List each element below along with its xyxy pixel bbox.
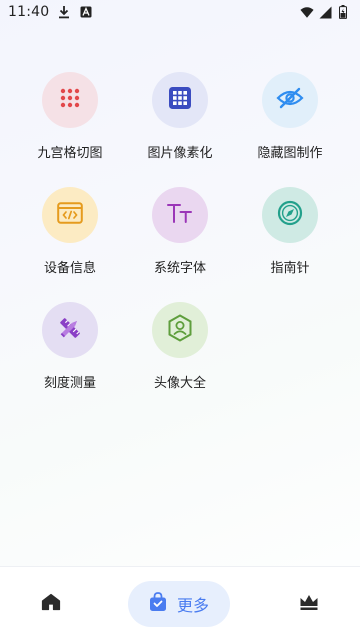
- tool-icon-circle: [152, 187, 208, 243]
- tool-icon-circle: [42, 302, 98, 358]
- code-card-icon: [57, 202, 83, 228]
- tool-device-info[interactable]: 设备信息: [15, 187, 125, 279]
- a-notification-icon: [79, 5, 93, 19]
- tool-label: 刻度测量: [43, 376, 96, 391]
- avatar-hexagon-icon: [167, 314, 193, 346]
- tool-label: 头像大全: [153, 376, 206, 391]
- nav-more-button[interactable]: 更多: [128, 581, 230, 627]
- crown-icon: [299, 593, 319, 615]
- tool-label: 九宫格切图: [37, 146, 103, 161]
- tool-nine-grid-cut[interactable]: 九宫格切图: [15, 72, 125, 164]
- tool-avatar-collection[interactable]: 头像大全: [125, 302, 235, 394]
- nav-vip-button[interactable]: [288, 581, 330, 627]
- tool-label: 系统字体: [153, 261, 206, 276]
- ruler-pencil-icon: [56, 314, 84, 346]
- tool-icon-circle: [152, 302, 208, 358]
- bottom-navigation: 更多: [0, 566, 360, 641]
- tool-label: 图片像素化: [147, 146, 213, 161]
- download-icon: [57, 5, 71, 19]
- tool-icon-circle: [262, 72, 318, 128]
- font-tt-icon: [166, 202, 194, 228]
- tool-scale-measure[interactable]: 刻度测量: [15, 302, 125, 394]
- tool-compass[interactable]: 指南针: [235, 187, 345, 279]
- tool-icon-circle: [42, 72, 98, 128]
- tool-hidden-image[interactable]: 隐藏图制作: [235, 72, 345, 164]
- home-icon: [41, 593, 61, 615]
- wifi-icon: [300, 5, 314, 19]
- tool-icon-circle: [262, 187, 318, 243]
- eye-off-icon: [276, 87, 304, 113]
- tools-grid: 九宫格切图 图片像素化 隐藏图制作 设备信息 系统字体 指南针 刻度测量 头像大…: [0, 72, 360, 394]
- tool-label: 指南针: [270, 261, 310, 276]
- tool-pixelate[interactable]: 图片像素化: [125, 72, 235, 164]
- nav-home-button[interactable]: [30, 581, 72, 627]
- bag-icon: [149, 592, 167, 616]
- tool-icon-circle: [42, 187, 98, 243]
- compass-icon: [277, 200, 303, 230]
- tool-label: 隐藏图制作: [257, 146, 323, 161]
- grid-dots-icon: [59, 87, 81, 113]
- nav-more-label: 更多: [176, 596, 209, 615]
- status-bar: 11:40: [0, 0, 360, 24]
- tool-system-font[interactable]: 系统字体: [125, 187, 235, 279]
- tool-icon-circle: [152, 72, 208, 128]
- pixel-grid-icon: [168, 86, 192, 114]
- tool-label: 设备信息: [43, 261, 96, 276]
- signal-icon: [318, 5, 332, 19]
- battery-icon: [336, 5, 350, 19]
- status-time: 11:40: [8, 4, 50, 20]
